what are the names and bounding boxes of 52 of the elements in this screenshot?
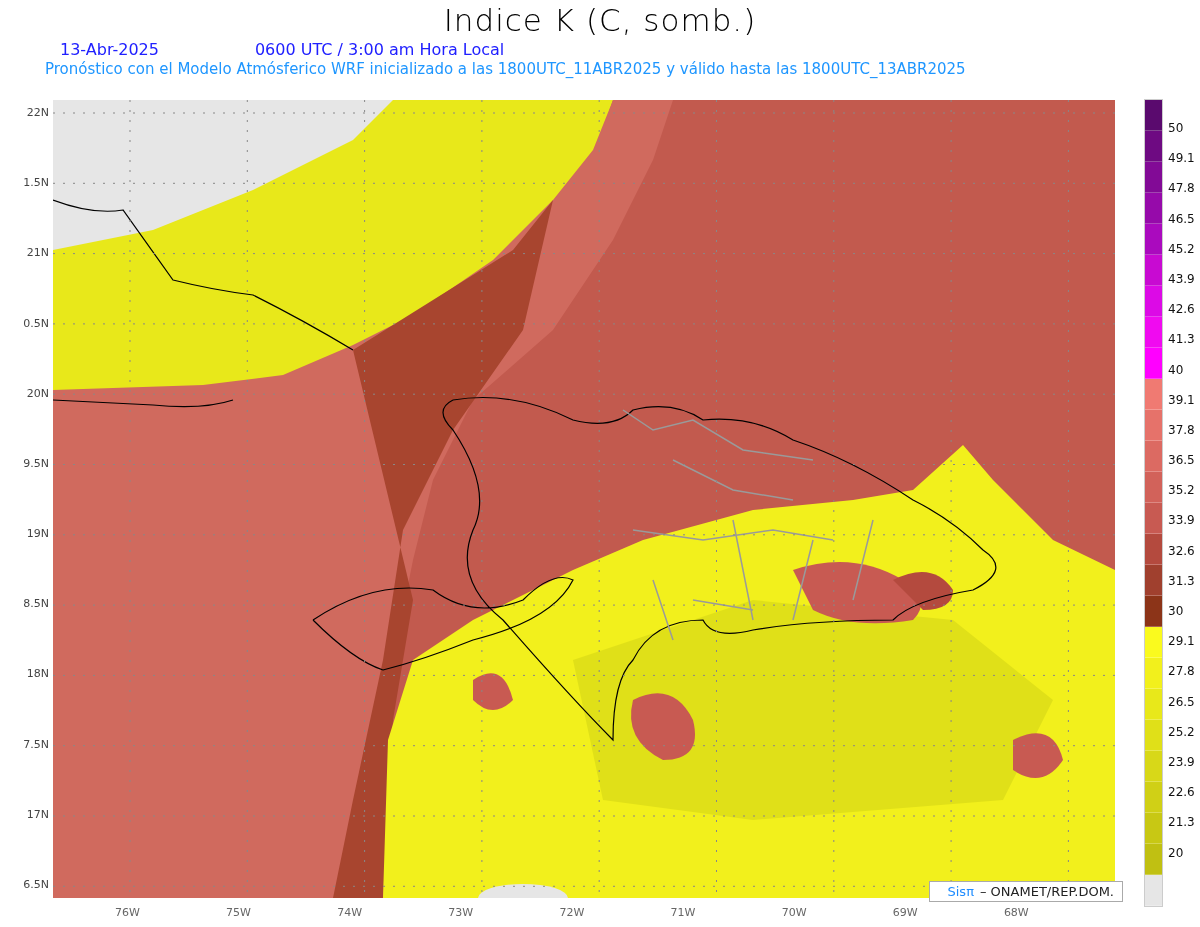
latitude-label: 18N	[26, 667, 50, 682]
colorbar-label: 31.3	[1168, 573, 1195, 590]
colorbar-label: 39.1	[1168, 392, 1195, 409]
colorbar-label: 36.5	[1168, 453, 1195, 470]
latitude-label: 19N	[26, 527, 50, 542]
colorbar-label: 49.1	[1168, 151, 1195, 168]
colorbar-label: 27.8	[1168, 664, 1195, 681]
latitude-label: 6.5N	[23, 877, 50, 892]
credit-text: – ONAMET/REP.DOM.	[979, 884, 1114, 899]
map-title: Indice K (C, somb.)	[442, 1, 758, 38]
longitude-label: 73W	[448, 906, 475, 919]
longitude-label: 72W	[559, 906, 586, 919]
colorbar-label: 43.9	[1168, 271, 1195, 288]
latitude-label: 22N	[26, 106, 50, 120]
latitude-label: 0.5N	[23, 316, 50, 331]
longitude-label: 70W	[781, 906, 808, 919]
colorbar-label: 26.5	[1168, 694, 1195, 711]
colorbar-label: 47.8	[1168, 181, 1195, 198]
colorbar-label: 22.6	[1168, 785, 1195, 802]
colorbar-label: 37.8	[1168, 422, 1195, 439]
longitude-label: 69W	[892, 906, 919, 919]
colorbar-label: 35.2	[1168, 483, 1195, 500]
longitude-label: 71W	[670, 906, 697, 919]
latitude-label: 20N	[26, 386, 50, 401]
colorbar-label: 45.2	[1168, 241, 1195, 258]
colorbar-label: 50	[1168, 121, 1185, 137]
forecast-time: 0600 UTC / 3:00 am Hora Local	[254, 40, 505, 59]
model-description: Pronóstico con el Modelo Atmósferico WRF inicializado a las 1800UTC_11ABR2025 y válido hasta las 1800UTC_13ABR2025	[44, 60, 967, 78]
latitude-label: 8.5N	[23, 597, 50, 612]
forecast-date: 13-Abr-2025	[60, 40, 159, 59]
colorbar-label: 25.2	[1168, 724, 1195, 741]
longitude-label: 74W	[337, 906, 364, 919]
longitude-label: 68W	[1003, 906, 1030, 919]
latitude-label: 9.5N	[23, 456, 50, 471]
colorbar-label: 40	[1168, 362, 1185, 379]
colorbar-label: 46.5	[1168, 211, 1195, 228]
colorbar-label: 21.3	[1168, 815, 1195, 832]
latitude-label: 7.5N	[23, 737, 50, 752]
colorbar-label: 41.3	[1168, 332, 1195, 349]
colorbar-label: 30	[1168, 604, 1185, 620]
colorbar-label: 33.9	[1168, 513, 1195, 530]
colorbar-label: 29.1	[1168, 634, 1195, 651]
longitude-label: 75W	[226, 906, 252, 919]
colorbar-label: 20	[1168, 845, 1185, 862]
latitude-label: 21N	[26, 246, 50, 261]
latitude-label: 1.5N	[23, 176, 50, 191]
credit-logo: Sisπ	[947, 884, 974, 899]
colorbar-label: 42.6	[1168, 302, 1195, 319]
colorbar-label: 32.6	[1168, 543, 1195, 560]
longitude-label: 76W	[115, 906, 141, 919]
colorbar-label: 23.9	[1168, 754, 1195, 771]
latitude-label: 17N	[26, 807, 50, 822]
